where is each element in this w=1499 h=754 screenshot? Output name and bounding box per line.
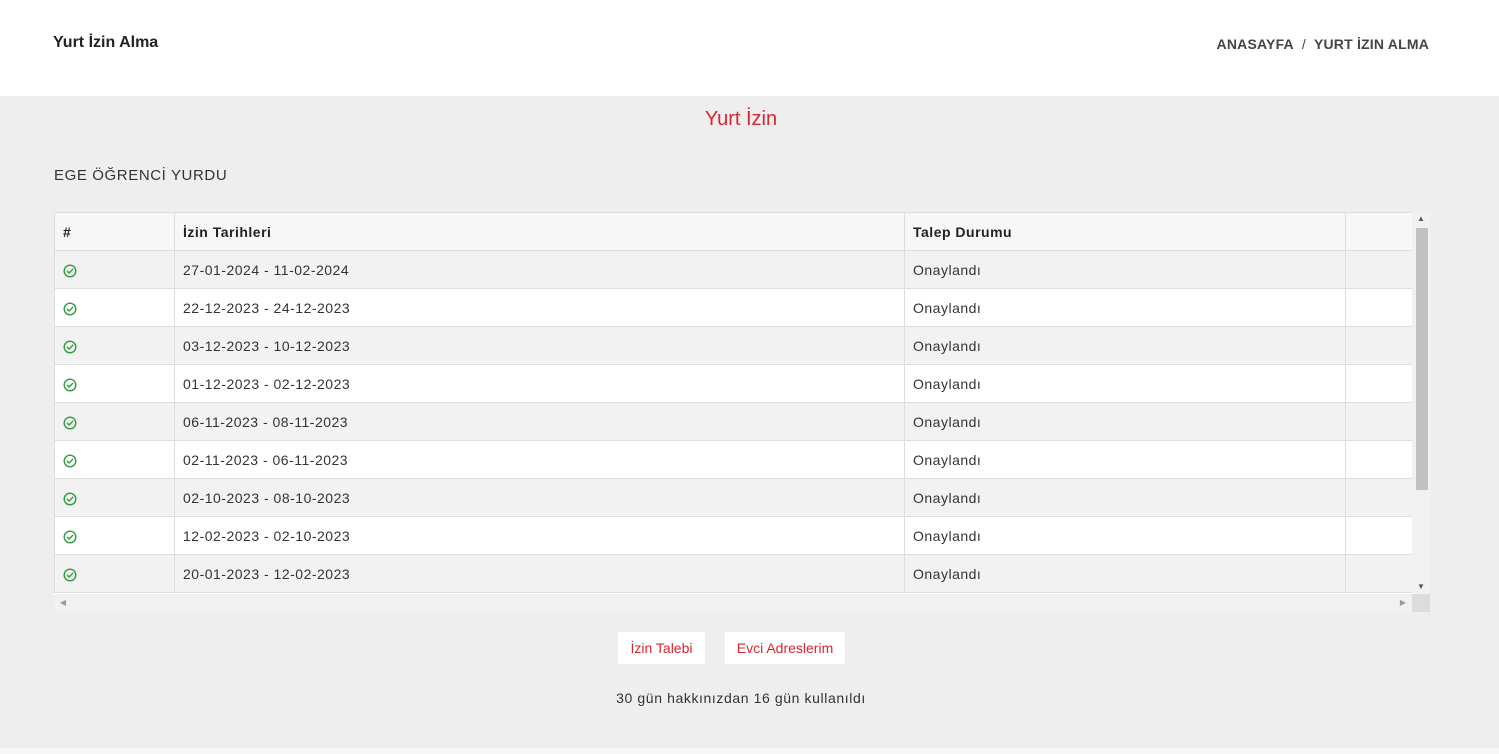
- request-status-cell: Onaylandı: [904, 364, 1346, 403]
- dorm-name: EGE ÖĞRENCİ YURDU: [54, 167, 228, 184]
- vertical-scrollbar[interactable]: ▲ ▼: [1412, 212, 1430, 594]
- extra-cell: [1345, 326, 1412, 365]
- table-row: 27-01-2024 - 11-02-2024 Onaylandı: [54, 250, 1412, 289]
- leave-dates-cell: 20-01-2023 - 12-02-2023: [174, 554, 905, 593]
- table-row: 02-10-2023 - 08-10-2023 Onaylandı: [54, 478, 1412, 517]
- scroll-up-icon[interactable]: ▲: [1412, 212, 1430, 226]
- leave-table: # İzin Tarihleri Talep Durumu 27-01-2024…: [54, 212, 1412, 593]
- extra-cell: [1345, 516, 1412, 555]
- column-header-dates: İzin Tarihleri: [174, 212, 905, 251]
- row-status-cell: [54, 478, 175, 517]
- request-status-cell: Onaylandı: [904, 326, 1346, 365]
- row-status-cell: [54, 364, 175, 403]
- request-status-cell: Onaylandı: [904, 440, 1346, 479]
- row-status-cell: [54, 250, 175, 289]
- breadcrumb-current: YURT İZIN ALMA: [1313, 36, 1429, 52]
- row-status-cell: [54, 402, 175, 441]
- main-content: Yurt İzin EGE ÖĞRENCİ YURDU # İzin Tarih…: [0, 96, 1499, 748]
- row-status-cell: [54, 440, 175, 479]
- leave-dates-cell: 03-12-2023 - 10-12-2023: [174, 326, 905, 365]
- table-body: 27-01-2024 - 11-02-2024 Onaylandı 22-12-20…: [54, 250, 1412, 593]
- leave-dates-cell: 06-11-2023 - 08-11-2023: [174, 402, 905, 441]
- leave-dates-cell: 02-11-2023 - 06-11-2023: [174, 440, 905, 479]
- request-status-cell: Onaylandı: [904, 402, 1346, 441]
- table-row: 02-11-2023 - 06-11-2023 Onaylandı: [54, 440, 1412, 479]
- vertical-scroll-thumb[interactable]: [1416, 228, 1428, 490]
- request-status-cell: Onaylandı: [904, 478, 1346, 517]
- table-row: 06-11-2023 - 08-11-2023 Onaylandı: [54, 402, 1412, 441]
- table-row: 22-12-2023 - 24-12-2023 Onaylandı: [54, 288, 1412, 327]
- request-status-cell: Onaylandı: [904, 554, 1346, 593]
- request-status-cell: Onaylandı: [904, 516, 1346, 555]
- leave-dates-cell: 22-12-2023 - 24-12-2023: [174, 288, 905, 327]
- scroll-down-icon[interactable]: ▼: [1412, 580, 1430, 594]
- check-circle-icon: [63, 454, 77, 468]
- row-status-cell: [54, 554, 175, 593]
- row-status-cell: [54, 516, 175, 555]
- leave-dates-cell: 02-10-2023 - 08-10-2023: [174, 478, 905, 517]
- extra-cell: [1345, 554, 1412, 593]
- breadcrumb: ANASAYFA / YURT İZIN ALMA: [1217, 36, 1429, 52]
- leave-dates-cell: 01-12-2023 - 02-12-2023: [174, 364, 905, 403]
- extra-cell: [1345, 288, 1412, 327]
- check-circle-icon: [63, 530, 77, 544]
- leave-dates-cell: 27-01-2024 - 11-02-2024: [174, 250, 905, 289]
- extra-cell: [1345, 440, 1412, 479]
- extra-cell: [1345, 250, 1412, 289]
- section-title: Yurt İzin: [704, 108, 778, 130]
- table-row: 12-02-2023 - 02-10-2023 Onaylandı: [54, 516, 1412, 555]
- footer-strip: [0, 748, 1499, 754]
- check-circle-icon: [63, 378, 77, 392]
- column-header-status: Talep Durumu: [904, 212, 1346, 251]
- check-circle-icon: [63, 340, 77, 354]
- check-circle-icon: [63, 264, 77, 278]
- request-status-cell: Onaylandı: [904, 288, 1346, 327]
- leave-request-button[interactable]: İzin Talebi: [618, 632, 705, 664]
- top-header: Yurt İzin Alma ANASAYFA / YURT İZIN ALMA: [0, 0, 1499, 96]
- column-header-index: #: [54, 212, 175, 251]
- check-circle-icon: [63, 492, 77, 506]
- breadcrumb-home-link[interactable]: ANASAYFA: [1217, 36, 1294, 52]
- leave-usage-text: 30 gün hakkınızdan 16 gün kullanıldı: [616, 690, 866, 706]
- page-title: Yurt İzin Alma: [53, 34, 159, 51]
- extra-cell: [1345, 478, 1412, 517]
- leave-table-viewport: # İzin Tarihleri Talep Durumu 27-01-2024…: [54, 212, 1412, 594]
- check-circle-icon: [63, 302, 77, 316]
- breadcrumb-separator: /: [1301, 36, 1306, 52]
- extra-cell: [1345, 402, 1412, 441]
- horizontal-scrollbar[interactable]: ◀ ▶: [54, 594, 1412, 612]
- column-header-extra: [1345, 212, 1412, 251]
- leave-dates-cell: 12-02-2023 - 02-10-2023: [174, 516, 905, 555]
- table-row: 20-01-2023 - 12-02-2023 Onaylandı: [54, 554, 1412, 593]
- extra-cell: [1345, 364, 1412, 403]
- home-addresses-button[interactable]: Evci Adreslerim: [725, 632, 845, 664]
- scroll-right-icon[interactable]: ▶: [1396, 594, 1410, 612]
- table-row: 03-12-2023 - 10-12-2023 Onaylandı: [54, 326, 1412, 365]
- check-circle-icon: [63, 416, 77, 430]
- table-row: 01-12-2023 - 02-12-2023 Onaylandı: [54, 364, 1412, 403]
- row-status-cell: [54, 326, 175, 365]
- scroll-left-icon[interactable]: ◀: [56, 594, 70, 612]
- check-circle-icon: [63, 568, 77, 582]
- leave-table-container: # İzin Tarihleri Talep Durumu 27-01-2024…: [54, 212, 1430, 612]
- scrollbar-corner: [1412, 594, 1430, 612]
- row-status-cell: [54, 288, 175, 327]
- table-header-row: # İzin Tarihleri Talep Durumu: [54, 212, 1412, 251]
- request-status-cell: Onaylandı: [904, 250, 1346, 289]
